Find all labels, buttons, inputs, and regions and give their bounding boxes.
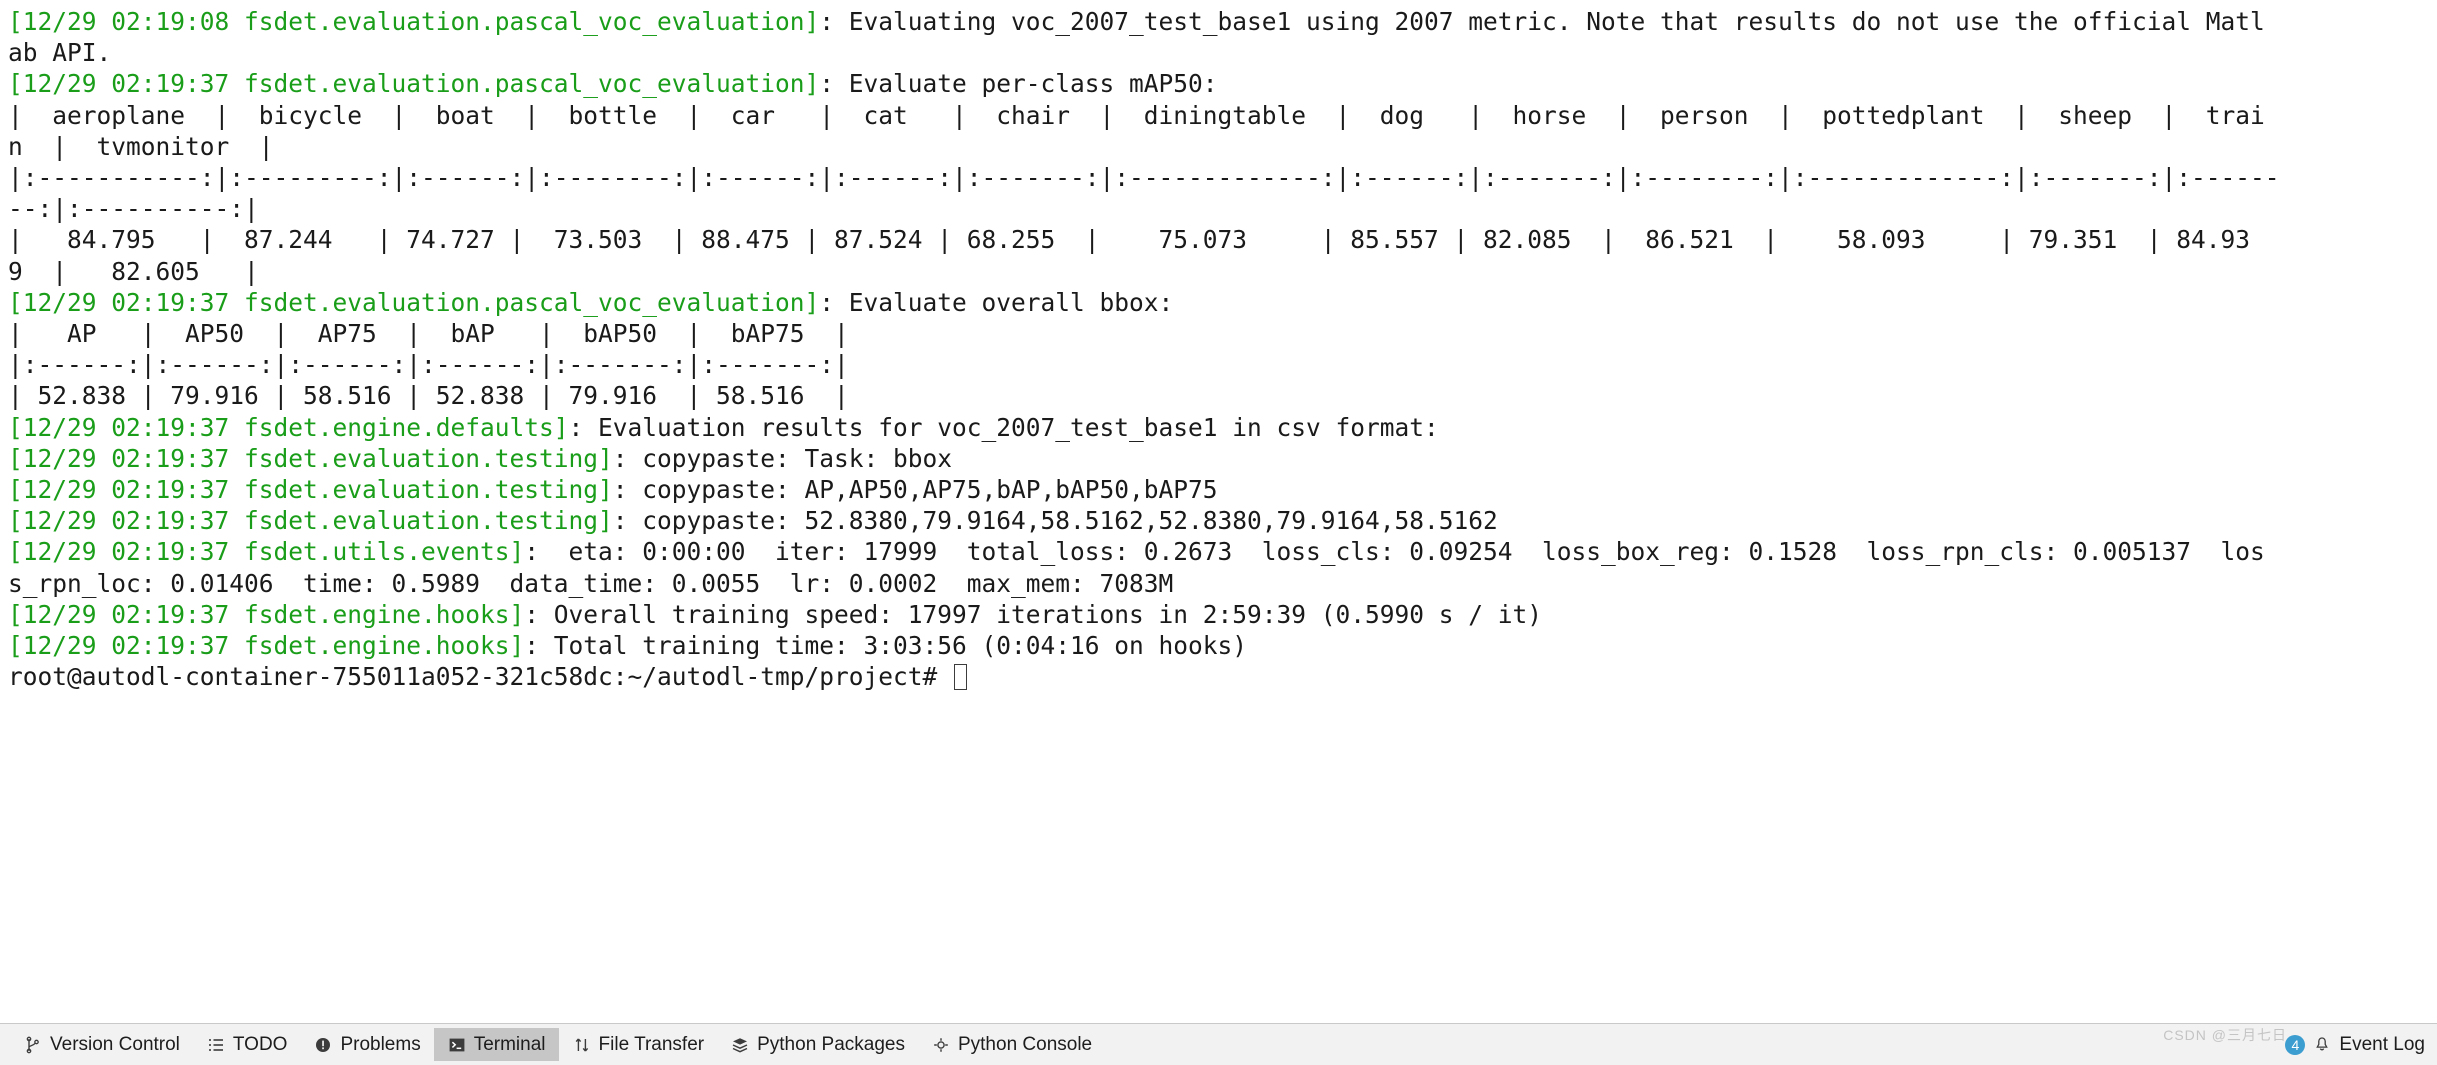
exclamation-circle-icon: [313, 1035, 333, 1055]
terminal-line: [12/29 02:19:37 fsdet.utils.events]: eta…: [8, 536, 2437, 567]
log-message: | 84.795 | 87.244 | 74.727 | 73.503 | 88…: [8, 225, 2251, 255]
log-prefix: [12/29 02:19:37 fsdet.evaluation.testing…: [8, 475, 613, 505]
terminal-line: | AP | AP50 | AP75 | bAP | bAP50 | bAP75…: [8, 318, 2437, 349]
bell-icon: [2312, 1035, 2332, 1055]
log-prefix: [12/29 02:19:37 fsdet.engine.defaults]: [8, 412, 569, 442]
tool-button-python-console[interactable]: Python Console: [918, 1028, 1105, 1061]
log-prefix: [12/29 02:19:37 fsdet.engine.hooks]: [8, 631, 525, 661]
terminal-line: 9 | 82.605 |: [8, 256, 2437, 287]
log-message: : Evaluate overall bbox:: [819, 287, 1174, 317]
watermark-text: CSDN @三月七日: [2163, 1027, 2287, 1043]
log-message: |:-----------:|:---------:|:------:|:---…: [8, 163, 2280, 193]
tool-button-label: Version Control: [50, 1033, 180, 1055]
tool-button-label: Terminal: [473, 1033, 546, 1055]
terminal-cursor: [954, 664, 968, 691]
terminal-line: [12/29 02:19:37 fsdet.evaluation.pascal_…: [8, 287, 2437, 318]
log-prefix: [12/29 02:19:37 fsdet.engine.hooks]: [8, 599, 525, 629]
tool-button-terminal[interactable]: Terminal: [433, 1028, 559, 1061]
log-message: |:------:|:------:|:------:|:------:|:--…: [8, 350, 849, 380]
terminal-line: | 84.795 | 87.244 | 74.727 | 73.503 | 88…: [8, 224, 2437, 255]
event-log-label: Event Log: [2339, 1033, 2425, 1055]
updown-arrows-icon: [572, 1035, 592, 1055]
log-message: 9 | 82.605 |: [8, 256, 259, 286]
log-message: n | tvmonitor |: [8, 131, 274, 161]
list-icon: [206, 1035, 226, 1055]
log-message: ab API.: [8, 38, 112, 68]
log-message: : copypaste: Task: bbox: [612, 443, 953, 473]
tool-button-todo[interactable]: TODO: [193, 1028, 301, 1061]
terminal-line: [12/29 02:19:37 fsdet.evaluation.testing…: [8, 505, 2437, 536]
log-message: : copypaste: 52.8380,79.9164,58.5162,52.…: [612, 506, 1498, 536]
tool-button-version-control[interactable]: Version Control: [10, 1028, 193, 1061]
python-icon: [931, 1035, 951, 1055]
terminal-prompt-line[interactable]: root@autodl-container-755011a052-321c58d…: [8, 661, 2437, 692]
log-prefix: [12/29 02:19:37 fsdet.evaluation.pascal_…: [8, 69, 820, 99]
terminal-line: s_rpn_loc: 0.01406 time: 0.5989 data_tim…: [8, 568, 2437, 599]
tool-button-label: Python Console: [957, 1033, 1093, 1055]
tool-button-group: Version Control TODO Problems Terminal File …: [10, 1028, 1105, 1061]
terminal-output[interactable]: [12/29 02:19:08 fsdet.evaluation.pascal_…: [0, 0, 2437, 1023]
log-message: | AP | AP50 | AP75 | bAP | bAP50 | bAP75…: [8, 319, 849, 349]
terminal-line: [12/29 02:19:37 fsdet.engine.hooks]: Tot…: [8, 630, 2437, 661]
log-prefix: [12/29 02:19:37 fsdet.evaluation.testing…: [8, 443, 613, 473]
tool-button-label: File Transfer: [598, 1033, 705, 1055]
terminal-line: [12/29 02:19:37 fsdet.evaluation.testing…: [8, 443, 2437, 474]
tool-button-label: Python Packages: [757, 1033, 905, 1055]
log-message: s_rpn_loc: 0.01406 time: 0.5989 data_tim…: [8, 568, 1174, 598]
event-log-button[interactable]: 4 Event Log: [2285, 1034, 2425, 1056]
terminal-prompt: root@autodl-container-755011a052-321c58d…: [8, 662, 953, 692]
terminal-line: ab API.: [8, 37, 2437, 68]
terminal-line: [12/29 02:19:08 fsdet.evaluation.pascal_…: [8, 6, 2437, 37]
log-message: : Evaluating voc_2007_test_base1 using 2…: [819, 7, 2265, 36]
branch-icon: [23, 1035, 43, 1055]
event-log-badge: 4: [2285, 1034, 2306, 1055]
log-message: | 52.838 | 79.916 | 58.516 | 52.838 | 79…: [8, 381, 849, 411]
tool-button-problems[interactable]: Problems: [300, 1028, 433, 1061]
layers-icon: [730, 1035, 750, 1055]
log-message: : copypaste: AP,AP50,AP75,bAP,bAP50,bAP7…: [612, 475, 1218, 505]
log-message: : Evaluation results for voc_2007_test_b…: [568, 412, 1439, 442]
terminal-line: [12/29 02:19:37 fsdet.evaluation.testing…: [8, 474, 2437, 505]
log-message: : Overall training speed: 17997 iteratio…: [524, 599, 1543, 629]
ide-window: [12/29 02:19:08 fsdet.evaluation.pascal_…: [0, 0, 2437, 1065]
terminal-line-list: [12/29 02:19:08 fsdet.evaluation.pascal_…: [8, 6, 2437, 661]
terminal-line: [12/29 02:19:37 fsdet.engine.defaults]: …: [8, 412, 2437, 443]
terminal-line: [12/29 02:19:37 fsdet.engine.hooks]: Ove…: [8, 599, 2437, 630]
terminal-line: |:------:|:------:|:------:|:------:|:--…: [8, 349, 2437, 380]
log-message: : eta: 0:00:00 iter: 17999 total_loss: 0…: [524, 537, 2265, 567]
terminal-icon: [447, 1035, 467, 1055]
tool-button-python-packages[interactable]: Python Packages: [717, 1028, 918, 1061]
log-prefix: [12/29 02:19:37 fsdet.evaluation.testing…: [8, 506, 613, 536]
log-message: : Evaluate per-class mAP50:: [819, 69, 1218, 99]
log-message: --:|:----------:|: [8, 194, 259, 224]
terminal-line: --:|:----------:|: [8, 193, 2437, 224]
log-message: : Total training time: 3:03:56 (0:04:16 …: [524, 631, 1248, 661]
log-prefix: [12/29 02:19:37 fsdet.evaluation.pascal_…: [8, 287, 820, 317]
terminal-line: | 52.838 | 79.916 | 58.516 | 52.838 | 79…: [8, 380, 2437, 411]
log-prefix: [12/29 02:19:08 fsdet.evaluation.pascal_…: [8, 7, 820, 36]
log-prefix: [12/29 02:19:37 fsdet.utils.events]: [8, 537, 525, 567]
terminal-line: n | tvmonitor |: [8, 131, 2437, 162]
tool-window-bar: Version Control TODO Problems Terminal File …: [0, 1023, 2437, 1065]
tool-button-label: Problems: [340, 1033, 421, 1055]
tool-button-label: TODO: [232, 1033, 288, 1055]
terminal-line: | aeroplane | bicycle | boat | bottle | …: [8, 100, 2437, 131]
log-message: | aeroplane | bicycle | boat | bottle | …: [8, 100, 2265, 130]
terminal-line: [12/29 02:19:37 fsdet.evaluation.pascal_…: [8, 68, 2437, 99]
tool-button-file-transfer[interactable]: File Transfer: [559, 1028, 718, 1061]
terminal-line: |:-----------:|:---------:|:------:|:---…: [8, 162, 2437, 193]
